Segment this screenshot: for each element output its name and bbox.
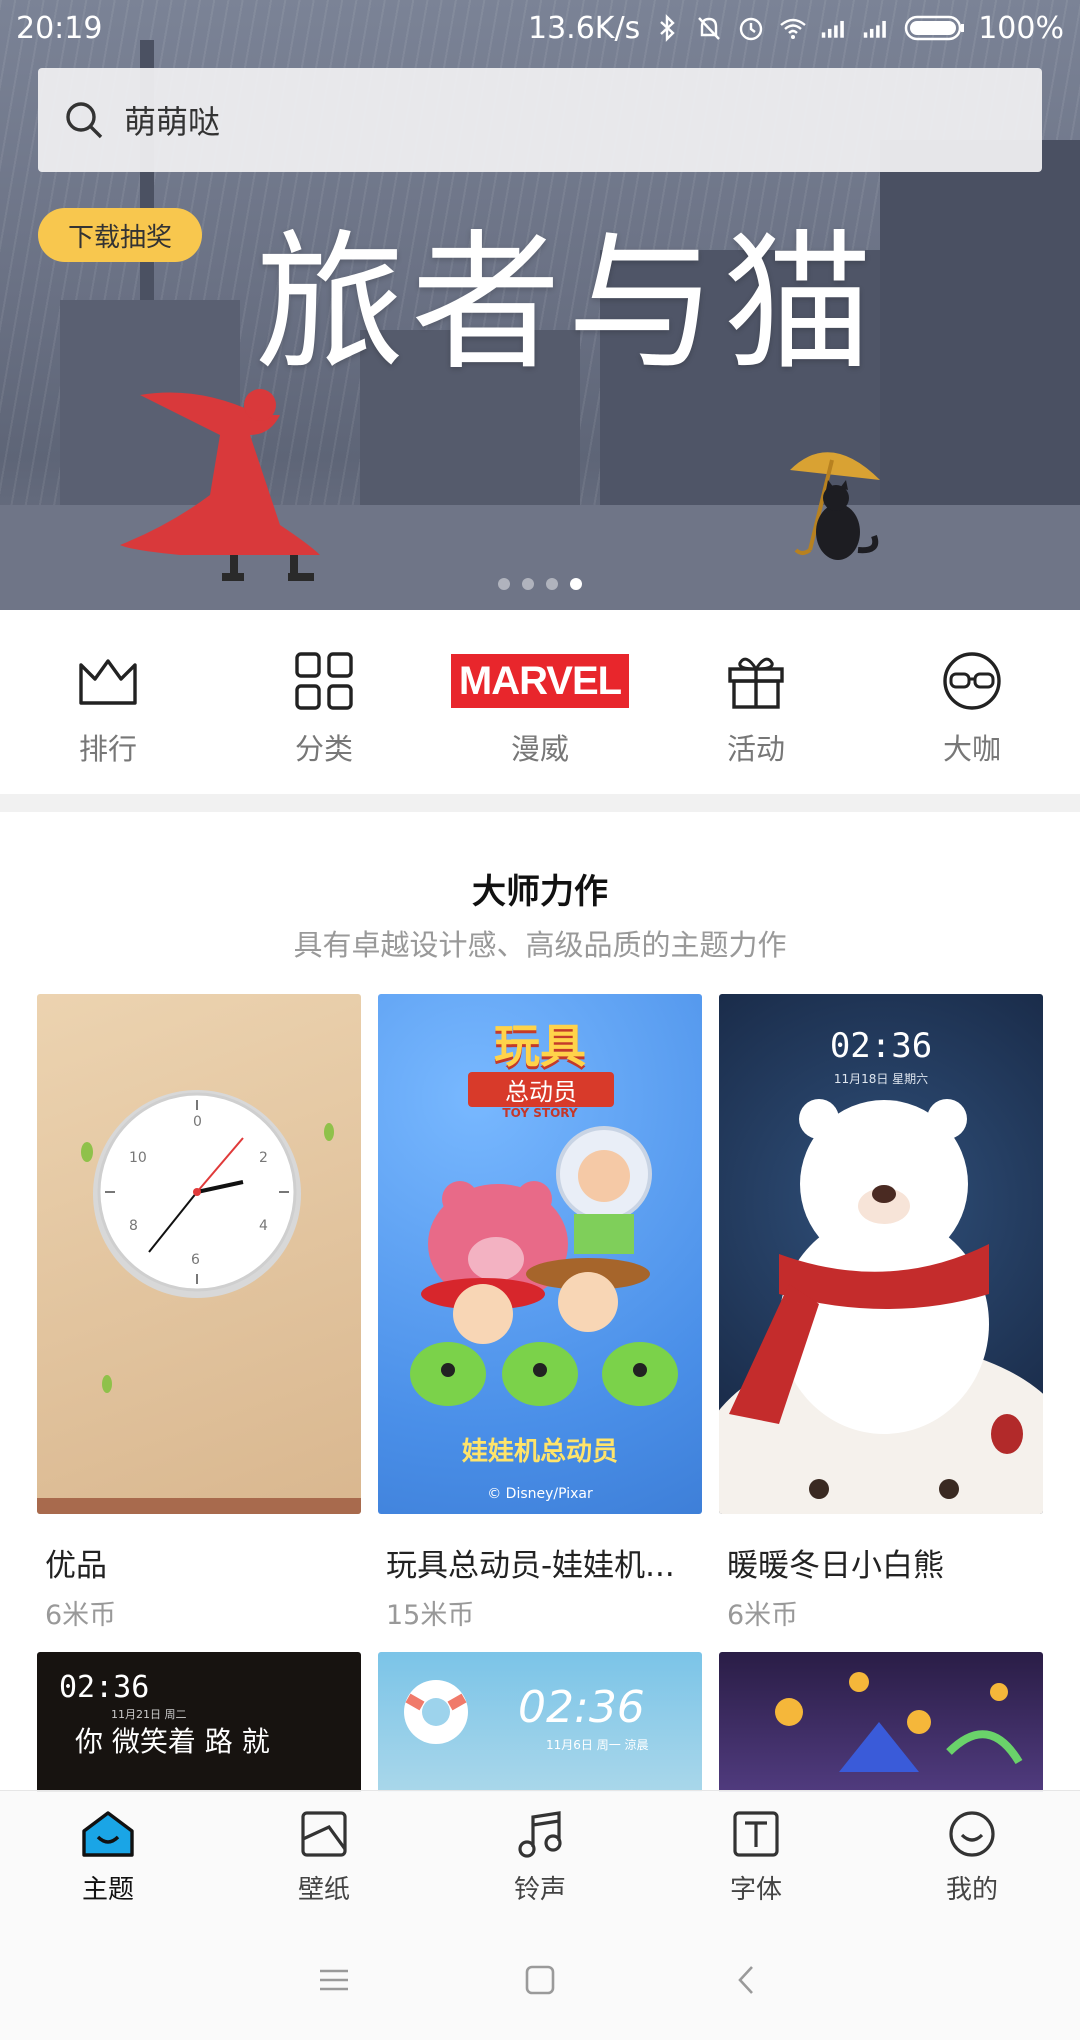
svg-text:4: 4: [259, 1218, 268, 1234]
battery-level: 100%: [978, 10, 1064, 46]
wifi-icon: [780, 18, 806, 39]
quick-nav-ranking[interactable]: 排行: [0, 610, 216, 794]
promo-badge[interactable]: 下载抽奖: [38, 208, 203, 262]
home-icon[interactable]: [522, 1962, 558, 1998]
back-icon[interactable]: [728, 1962, 764, 1998]
theme-price: 6米币: [45, 1600, 117, 1631]
svg-text:6: 6: [191, 1252, 200, 1268]
toy-story-bottom-text: 娃娃机总动员: [461, 1437, 618, 1467]
theme-name: 优品: [45, 1548, 107, 1584]
tab-label: 壁纸: [297, 1875, 350, 1905]
smile-icon: [949, 1811, 995, 1857]
quick-nav-marvel[interactable]: MARVEL 漫威: [432, 610, 648, 794]
section-subtitle: 具有卓越设计感、高级品质的主题力作: [293, 928, 787, 962]
quick-nav-label: 漫威: [510, 732, 569, 766]
quick-nav-label: 大咖: [942, 732, 1001, 766]
quick-nav: 排行 分类 MARVEL 漫威 活动 大咖: [0, 610, 1080, 794]
mute-bell-icon: [698, 17, 721, 40]
search-icon: [66, 102, 103, 139]
copyright-text: © Disney/Pixar: [487, 1486, 593, 1502]
tab-wallpaper[interactable]: 壁纸: [216, 1791, 432, 1920]
analog-clock-illustration: 0 2 4 6 8 10: [81, 1090, 334, 1393]
theme-thumbnail[interactable]: 02:36 11月21日 周二 你 微笑着 路 就: [37, 1652, 361, 1792]
theme-thumbnail[interactable]: 02:36 11月6日 周一 涼晨: [378, 1652, 702, 1792]
quick-nav-label: 排行: [78, 732, 137, 766]
lockscreen-time: 02:36: [518, 1682, 645, 1733]
svg-text:10: 10: [129, 1150, 147, 1166]
quick-nav-label: 活动: [726, 732, 785, 766]
glasses-icon: [943, 652, 1001, 710]
search-placeholder: 萌萌哒: [124, 103, 221, 141]
lockscreen-time: 02:36: [59, 1670, 150, 1705]
theme-card[interactable]: 玩具 总动员 TOY STORY 娃娃机总动员 © Disney/Pixar 玩…: [378, 994, 702, 1632]
quick-nav-celebrity[interactable]: 大咖: [864, 610, 1080, 794]
tab-mine[interactable]: 我的: [864, 1791, 1080, 1920]
theme-price: 6米币: [727, 1600, 799, 1631]
bluetooth-icon: [660, 14, 675, 42]
theme-name: 玩具总动员-娃娃机...: [386, 1548, 675, 1584]
section-divider: [0, 794, 1080, 812]
theme-thumbnail[interactable]: 02:36 11月18日 星期六: [719, 994, 1043, 1514]
lockscreen-date: 11月18日 星期六: [833, 1072, 929, 1086]
carousel-dot: [498, 578, 510, 590]
tab-font[interactable]: 字体: [648, 1791, 864, 1920]
signal-icon: [863, 20, 887, 38]
network-speed: 13.6K/s: [528, 10, 641, 46]
marvel-logo: MARVEL: [450, 654, 630, 708]
lockscreen-date: 11月6日 周一 涼晨: [546, 1738, 649, 1752]
lockscreen-text: 你 微笑着 路 就: [75, 1725, 270, 1758]
quick-nav-category[interactable]: 分类: [216, 610, 432, 794]
battery-icon: [904, 15, 965, 41]
cat-with-umbrella-illustration: [790, 452, 880, 560]
svg-text:2: 2: [259, 1150, 268, 1166]
tab-label: 铃声: [513, 1875, 566, 1905]
status-time: 20:19: [16, 10, 103, 46]
music-note-icon: [518, 1811, 562, 1858]
tab-theme[interactable]: 主题: [0, 1791, 216, 1920]
theme-thumbnail[interactable]: [719, 1652, 1043, 1792]
lockscreen-time: 02:36: [829, 1026, 933, 1066]
status-bar: 20:19 13.6K/s 100%: [0, 0, 1080, 56]
tab-label: 主题: [81, 1875, 134, 1905]
carousel-dot: [546, 578, 558, 590]
life-ring-illustration: [404, 1680, 468, 1744]
girl-in-red-cloak-illustration: [120, 389, 320, 581]
theme-name: 暖暖冬日小白熊: [727, 1548, 944, 1584]
bottom-tab-bar: 主题 壁纸 铃声 字体 我的: [0, 1790, 1080, 1920]
grid-icon: [295, 652, 353, 710]
carousel-dot: [522, 578, 534, 590]
tab-label: 字体: [729, 1875, 782, 1905]
system-navigation-bar: [0, 1920, 1080, 2040]
tab-ringtone[interactable]: 铃声: [432, 1791, 648, 1920]
font-icon: [733, 1811, 779, 1857]
tab-label: 我的: [945, 1875, 998, 1905]
theme-card[interactable]: 0 2 4 6 8 10 优品 6米币: [37, 994, 361, 1632]
theme-card[interactable]: 02:36 11月18日 星期六 暖暖冬日小白熊 6米币: [719, 994, 1043, 1632]
wallpaper-icon: [301, 1811, 347, 1857]
quick-nav-activity[interactable]: 活动: [648, 610, 864, 794]
carousel-indicator: [498, 578, 582, 590]
svg-text:8: 8: [129, 1218, 138, 1234]
carousel-dot-active: [570, 578, 582, 590]
building: [880, 140, 1080, 520]
signal-icon: [821, 20, 845, 38]
search-bar[interactable]: 萌萌哒: [38, 68, 1042, 172]
theme-thumbnail[interactable]: 0 2 4 6 8 10: [37, 994, 361, 1514]
lockscreen-strip: [37, 1498, 361, 1514]
gift-icon: [728, 657, 784, 709]
svg-text:0: 0: [193, 1114, 202, 1130]
banner-title: 旅者与猫: [255, 217, 880, 391]
home-theme-icon: [82, 1811, 134, 1857]
hero-banner[interactable]: 旅者与猫 20:19 13.6K/s 100% 萌萌哒 下载抽奖: [0, 0, 1080, 610]
alarm-icon: [740, 17, 763, 41]
section-title: 大师力作: [472, 872, 608, 912]
theme-price: 15米币: [386, 1600, 475, 1631]
lanterns-illustration: [775, 1672, 1023, 1772]
quick-nav-label: 分类: [294, 732, 353, 766]
theme-thumbnail[interactable]: 玩具 总动员 TOY STORY 娃娃机总动员 © Disney/Pixar: [378, 994, 702, 1514]
crown-icon: [79, 659, 137, 705]
menu-icon[interactable]: [316, 1965, 352, 1995]
